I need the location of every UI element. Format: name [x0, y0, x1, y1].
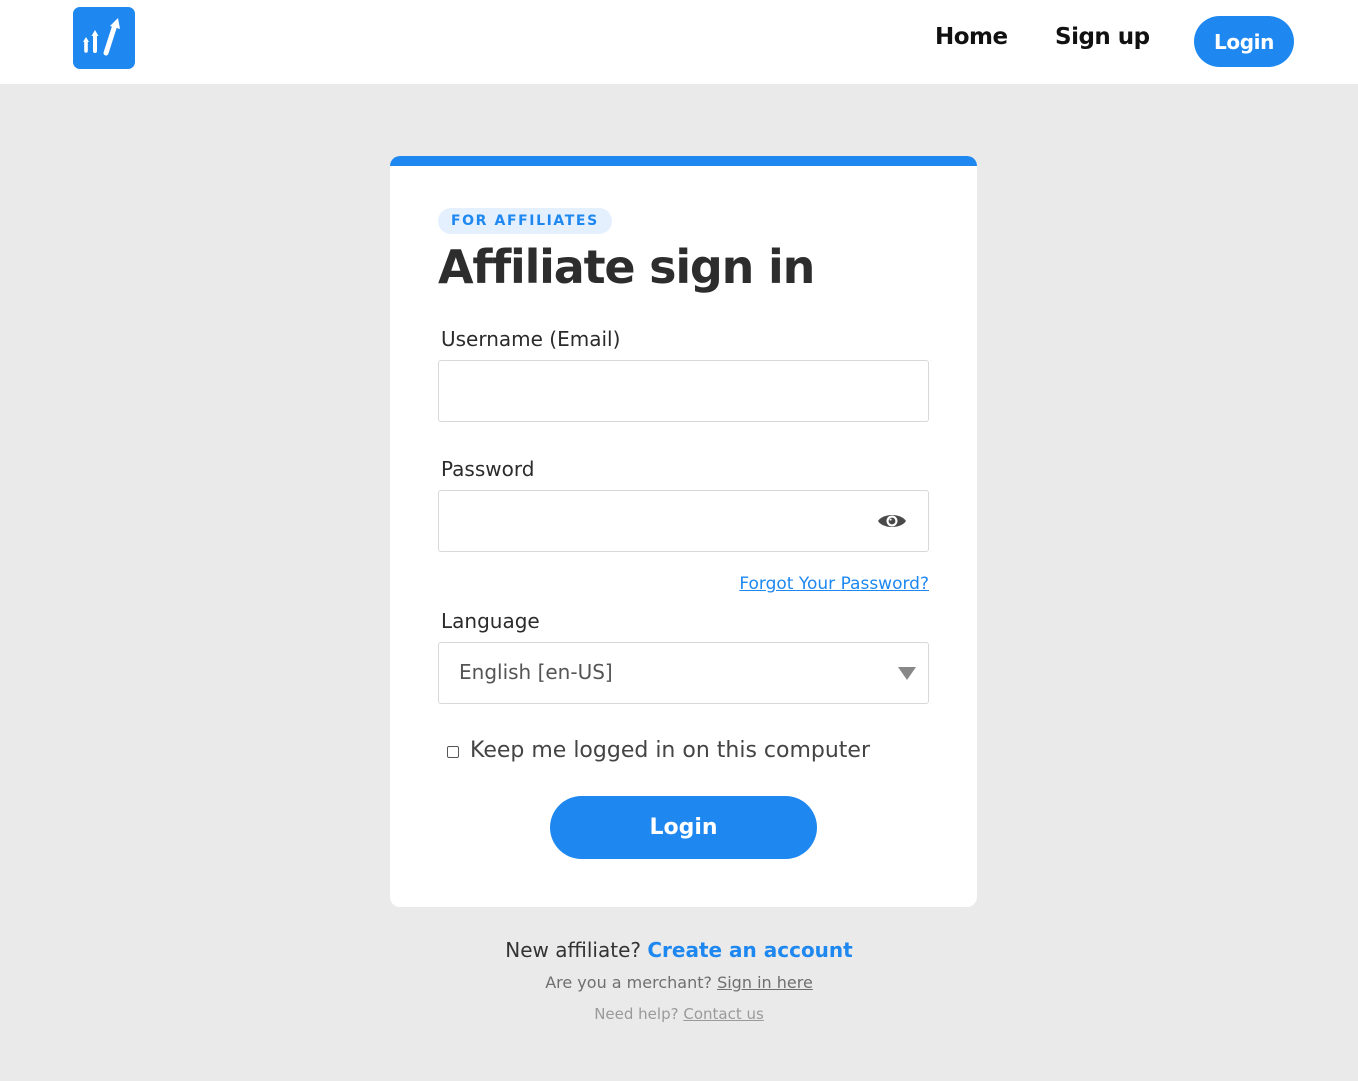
top-navigation-bar: Home Sign up Login: [0, 0, 1358, 84]
language-selected-value: English [en-US]: [459, 660, 613, 684]
contact-us-link[interactable]: Contact us: [683, 1005, 763, 1023]
password-label: Password: [441, 457, 535, 481]
page-title: Affiliate sign in: [438, 240, 815, 294]
language-select[interactable]: English [en-US]: [438, 642, 929, 704]
nav-login-button[interactable]: Login: [1194, 16, 1294, 67]
new-affiliate-text: New affiliate?: [505, 938, 641, 962]
sign-in-card: FOR AFFILIATES Affiliate sign in Usernam…: [390, 156, 977, 907]
card-accent-bar: [390, 156, 977, 166]
merchant-sign-in-link[interactable]: Sign in here: [717, 973, 813, 992]
forgot-password-link[interactable]: Forgot Your Password?: [739, 574, 929, 594]
help-line: Need help? Contact us: [0, 1005, 1358, 1023]
username-input[interactable]: [438, 360, 929, 422]
create-account-link[interactable]: Create an account: [647, 938, 852, 962]
language-label: Language: [441, 609, 540, 633]
nav-signup-link[interactable]: Sign up: [1055, 24, 1150, 50]
nav-home-link[interactable]: Home: [935, 24, 1008, 50]
merchant-text: Are you a merchant?: [545, 973, 712, 992]
keep-logged-in-label[interactable]: Keep me logged in on this computer: [470, 738, 870, 763]
new-affiliate-line: New affiliate? Create an account: [0, 938, 1358, 962]
dropdown-arrow-icon: [898, 667, 916, 680]
audience-badge: FOR AFFILIATES: [438, 208, 612, 234]
rising-arrows-logo-icon[interactable]: [73, 7, 135, 69]
eye-icon[interactable]: [876, 511, 908, 531]
help-text: Need help?: [594, 1005, 679, 1023]
merchant-line: Are you a merchant? Sign in here: [0, 973, 1358, 992]
password-input[interactable]: [438, 490, 929, 552]
username-label: Username (Email): [441, 327, 621, 351]
login-button[interactable]: Login: [550, 796, 817, 859]
keep-logged-in-checkbox[interactable]: [447, 746, 459, 758]
